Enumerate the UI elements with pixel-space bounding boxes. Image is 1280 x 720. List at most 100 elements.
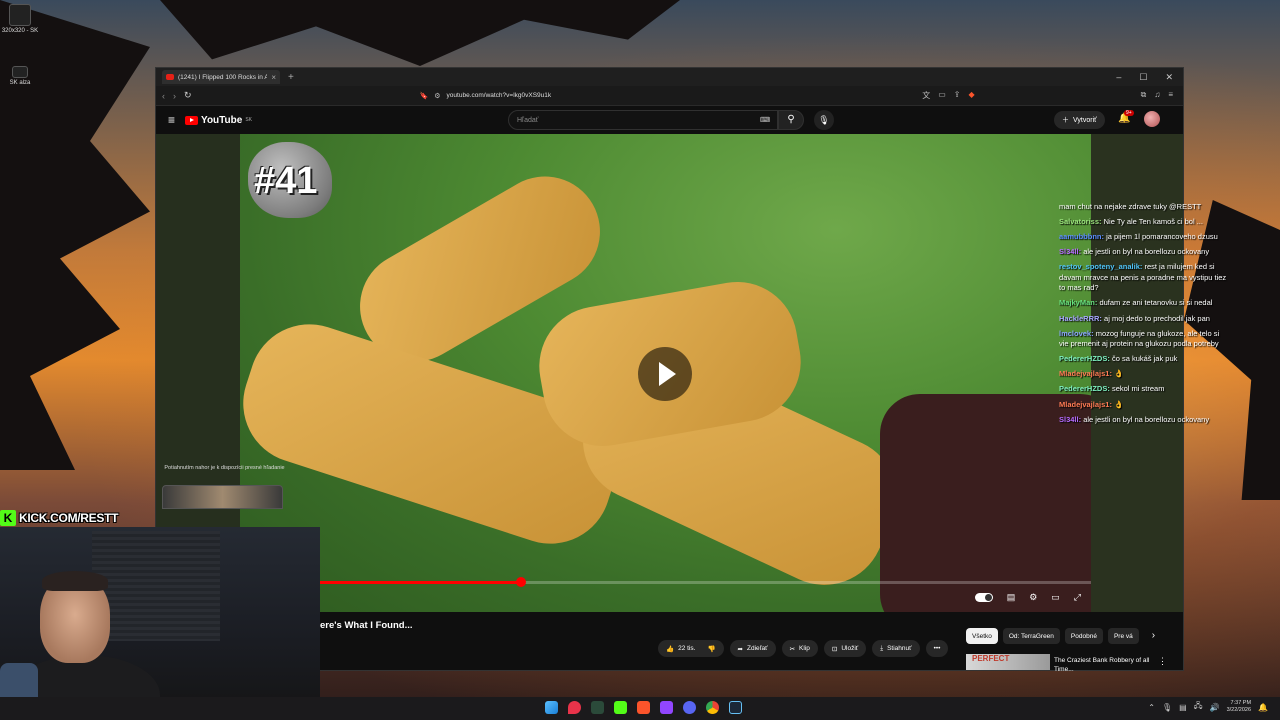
search-input[interactable]: Hľadať: [508, 110, 778, 130]
brave-browser-icon[interactable]: [637, 701, 650, 714]
video-player[interactable]: #41 ▤ ⚙ ▭ ⤢: [240, 134, 1091, 612]
tray-overflow-icon[interactable]: ⌃: [1148, 703, 1155, 712]
forward-icon[interactable]: ›: [173, 91, 176, 101]
chat-username[interactable]: lmclovek:: [1059, 329, 1094, 338]
notifications-tray-icon[interactable]: 🔔: [1258, 703, 1268, 712]
chat-text: sekol mi stream: [1111, 384, 1165, 394]
reload-icon[interactable]: ↻: [184, 90, 192, 101]
network-icon[interactable]: 🖧: [1194, 700, 1203, 714]
discord-app-icon[interactable]: [683, 701, 696, 714]
recommendation-chips: Všetko Od: TerraGreen Podobné Pre vá ›: [966, 628, 1155, 644]
player-controls: ▤ ⚙ ▭ ⤢: [974, 592, 1081, 603]
url-text: youtube.com/watch?v=lkg0vXS9u1k: [446, 92, 552, 99]
chat-text: čo sa kukáš jak puk: [1111, 354, 1178, 364]
back-icon[interactable]: ‹: [162, 91, 165, 101]
progress-scrubber[interactable]: [515, 577, 526, 587]
share-icon[interactable]: ⇪: [954, 90, 961, 101]
share-button[interactable]: ➦ Zdieľať: [729, 640, 776, 657]
taskbar: ⌃ 🎙 ▤ 🖧 🔊 7:37 PM 3/22/2026 🔔: [0, 697, 1280, 720]
like-button[interactable]: 👍 22 tis. 👎: [658, 640, 724, 657]
chevron-right-icon[interactable]: ›: [1152, 628, 1155, 644]
chat-username[interactable]: PedererHZDS:: [1059, 354, 1110, 363]
fullscreen-icon[interactable]: ⤢: [1074, 592, 1081, 603]
save-button[interactable]: ⊡ Uložiť: [823, 640, 867, 657]
steam-app-icon[interactable]: [729, 701, 742, 714]
windows-start-icon[interactable]: [545, 701, 558, 714]
desktop-icon-1[interactable]: 320x320 - SK: [0, 4, 40, 34]
chip-all[interactable]: Všetko: [966, 628, 998, 644]
thumbs-down-icon[interactable]: 👎: [707, 645, 715, 653]
app-icon: [9, 4, 31, 26]
avatar[interactable]: [1144, 111, 1160, 127]
download-button[interactable]: ⤓ Stiahnuť: [872, 640, 920, 657]
share-label: Zdieľať: [746, 645, 768, 652]
hamburger-menu-icon[interactable]: ≡: [168, 113, 175, 127]
chat-username[interactable]: Sl34ll:: [1059, 415, 1081, 424]
minimize-icon[interactable]: –: [1116, 72, 1121, 83]
autoplay-toggle[interactable]: [974, 593, 993, 602]
more-actions-button[interactable]: •••: [925, 640, 949, 657]
kick-app-icon[interactable]: [614, 701, 627, 714]
chip-for-you[interactable]: Pre vá: [1107, 628, 1139, 644]
chat-username[interactable]: aamubbbnn:: [1059, 232, 1104, 241]
close-tab-icon[interactable]: ×: [271, 73, 276, 82]
maximize-icon[interactable]: ☐: [1139, 72, 1147, 83]
voice-search-button[interactable]: 🎙: [814, 110, 834, 130]
chip-from-channel[interactable]: Od: TerraGreen: [1002, 628, 1060, 644]
browser-menu-icon[interactable]: ≡: [1168, 90, 1173, 101]
cast-icon[interactable]: ▭: [938, 90, 946, 101]
chat-username[interactable]: MajkyMan:: [1059, 298, 1097, 307]
chip-related[interactable]: Podobné: [1064, 628, 1103, 644]
chrome-app-icon[interactable]: [706, 701, 719, 714]
keyboard-icon[interactable]: ⌨: [760, 116, 770, 124]
microphone-tray-icon[interactable]: 🎙: [1162, 703, 1172, 712]
notes-tray-icon[interactable]: ▤: [1179, 703, 1187, 712]
search-button[interactable]: ⚲: [778, 110, 804, 130]
translate-icon[interactable]: 文: [922, 90, 930, 101]
save-label: Uložiť: [841, 645, 859, 652]
chat-text: 👌: [1114, 369, 1124, 379]
speaker-icon[interactable]: 🔊: [1210, 703, 1220, 712]
location-app-icon[interactable]: [568, 701, 581, 714]
clock[interactable]: 7:37 PM 3/22/2026: [1227, 700, 1251, 714]
create-button[interactable]: ＋ Vytvoriť: [1054, 111, 1105, 129]
chat-username[interactable]: HackleRRR:: [1059, 314, 1102, 323]
clip-button[interactable]: ✂ Klip: [781, 640, 818, 657]
download-label: Stiahnuť: [887, 645, 912, 652]
webcam-feed: [0, 527, 320, 720]
chat-username[interactable]: Sl34ll:: [1059, 247, 1081, 256]
excel-like-icon[interactable]: [591, 701, 604, 714]
chat-username[interactable]: Mladejvajlajs1:: [1059, 369, 1112, 378]
twitch-app-icon[interactable]: [660, 701, 673, 714]
recommendation-title[interactable]: The Craziest Bank Robbery of all Time...: [1054, 656, 1164, 674]
chat-username[interactable]: restov_spoteny_analik:: [1059, 262, 1142, 271]
chat-username[interactable]: Salvatoriss:: [1059, 217, 1102, 226]
close-icon[interactable]: ✕: [1165, 72, 1173, 83]
chat-username[interactable]: Mladejvajlajs1:: [1059, 400, 1112, 409]
chat-text: Nie Ty ale Ten kamoš ci bol ...: [1103, 217, 1203, 227]
desktop-icon-2[interactable]: SK alza: [0, 66, 40, 86]
site-info-icon[interactable]: ⚙: [434, 92, 440, 100]
new-tab-button[interactable]: +: [288, 72, 294, 83]
recommendation-thumbnail[interactable]: PERFECT: [966, 654, 1050, 670]
browser-tab[interactable]: (1241) I Flipped 100 Rocks in Au ×: [162, 70, 280, 84]
chat-text: dufam ze ani tetanovku si si nedal: [1099, 298, 1213, 308]
subtitles-icon[interactable]: ▤: [1007, 592, 1016, 603]
youtube-logo[interactable]: YouTube SK: [185, 115, 252, 126]
chat-text: ale jestli on byl na borellozu ockovany: [1083, 247, 1210, 257]
bookmark-icon[interactable]: 🔖: [420, 92, 429, 100]
media-icon[interactable]: ♫: [1154, 90, 1160, 101]
thumbs-up-icon: 👍: [666, 645, 675, 653]
progress-bar[interactable]: [240, 577, 1091, 587]
settings-icon[interactable]: ⚙: [1029, 592, 1037, 603]
notifications-button[interactable]: 🔔 9+: [1118, 110, 1134, 124]
extensions-icon[interactable]: ⧉: [1141, 90, 1147, 101]
chat-message: Sl34ll: ale jestli on byl na borellozu o…: [1059, 247, 1229, 258]
chat-username[interactable]: PedererHZDS:: [1059, 384, 1110, 393]
brave-shield-icon[interactable]: ◆: [968, 90, 974, 101]
recommendation-menu-icon[interactable]: ⋮: [1158, 656, 1167, 667]
theater-mode-icon[interactable]: ▭: [1051, 592, 1060, 603]
url-field[interactable]: 🔖 ⚙ youtube.com/watch?v=lkg0vXS9u1k: [200, 89, 915, 103]
big-play-button[interactable]: [638, 347, 692, 401]
chat-message: PedererHZDS: sekol mi stream: [1059, 384, 1229, 395]
